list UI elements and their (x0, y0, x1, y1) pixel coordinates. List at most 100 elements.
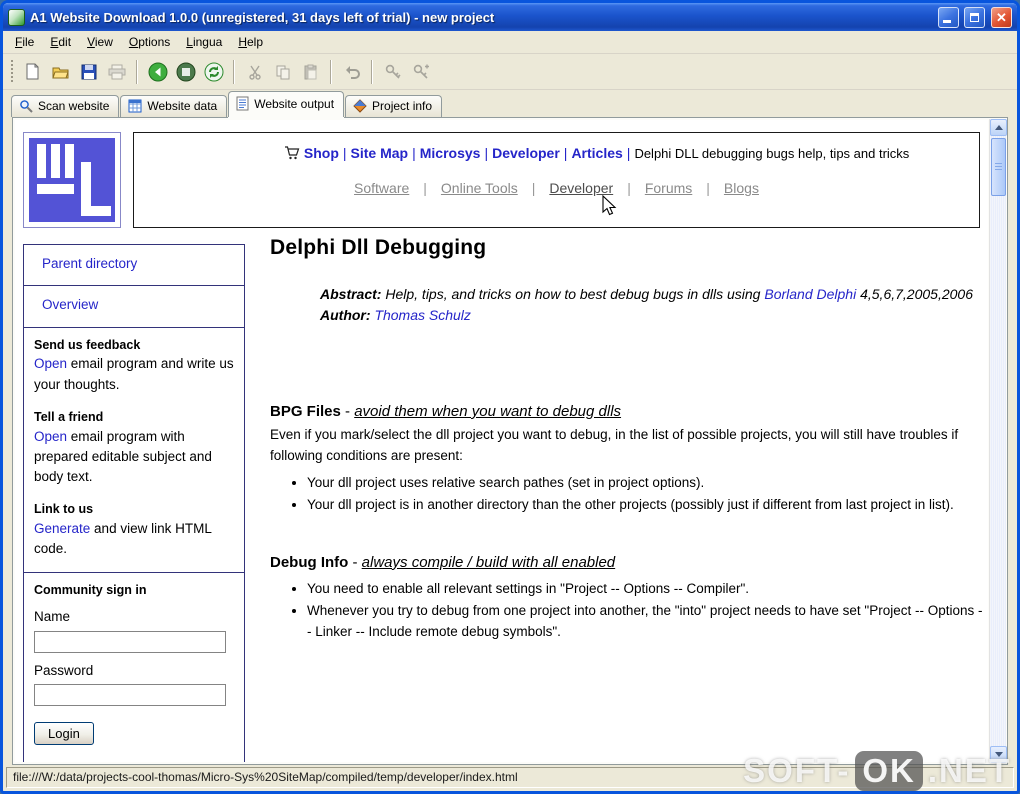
back-button[interactable] (144, 58, 171, 85)
author-block: Author: Thomas Schulz (320, 307, 984, 323)
nav-link-developer-2[interactable]: Developer (535, 180, 627, 196)
page-sidebar: Parent directory Overview Send us feedba… (23, 244, 245, 762)
nav-link-site-map[interactable]: Site Map (351, 145, 409, 161)
minimize-button[interactable] (938, 6, 959, 28)
tell-friend-open-link[interactable]: Open (34, 429, 67, 444)
cut-scissors-icon (248, 65, 261, 80)
document-icon (236, 96, 249, 111)
nav-link-software[interactable]: Software (340, 180, 423, 196)
author-link[interactable]: Thomas Schulz (374, 307, 470, 323)
paste-button[interactable] (297, 58, 324, 85)
close-button[interactable]: ✕ (991, 6, 1012, 28)
cut-button[interactable] (241, 58, 268, 85)
list-item: Your dll project uses relative search pa… (307, 473, 984, 494)
watermark: SOFT- OK .NET (743, 751, 1011, 791)
password-input[interactable] (34, 683, 226, 706)
nav-link-online-tools[interactable]: Online Tools (427, 180, 532, 196)
borland-delphi-link[interactable]: Borland Delphi (764, 286, 856, 302)
bpg-section-title: BPG Files (270, 403, 341, 420)
vertical-scrollbar[interactable] (989, 119, 1007, 763)
back-icon (148, 62, 167, 81)
site-logo[interactable] (23, 132, 121, 228)
list-item: Your dll project is in another directory… (307, 495, 984, 516)
feedback-title: Send us feedback (34, 337, 141, 352)
scrollbar-thumb[interactable] (991, 138, 1006, 196)
print-button[interactable] (103, 58, 130, 85)
password-label: Password (34, 662, 94, 678)
watermark-prefix: SOFT- (743, 752, 851, 789)
print-icon (108, 64, 125, 79)
scroll-up-button[interactable] (990, 119, 1007, 136)
bpg-bullet-list: Your dll project uses relative search pa… (270, 473, 984, 516)
nav-link-shop[interactable]: Shop (304, 145, 339, 161)
refresh-icon (204, 62, 223, 81)
login-button[interactable]: Login (34, 721, 94, 745)
nav-primary-row: Shop | Site Map | Microsys | Developer | Article… (134, 133, 979, 164)
project-info-icon (353, 98, 367, 113)
maximize-icon (970, 12, 979, 22)
watermark-badge: OK (855, 751, 923, 791)
nav-link-articles[interactable]: Articles (571, 145, 622, 161)
find-next-button[interactable] (407, 58, 434, 85)
menubar: File Edit View Options Lingua Help (3, 31, 1017, 54)
feedback-open-link[interactable]: Open (34, 356, 67, 371)
data-grid-icon (128, 99, 142, 112)
window-title: A1 Website Download 1.0.0 (unregistered,… (30, 9, 495, 25)
generate-link[interactable]: Generate (34, 521, 90, 536)
link-to-us-group: Link to us Generate and view link HTML c… (34, 500, 236, 559)
new-document-icon (26, 63, 39, 80)
copy-button[interactable] (269, 58, 296, 85)
open-folder-icon (51, 67, 69, 78)
tab-website-output[interactable]: Website output (228, 91, 345, 117)
nav-separator: | (626, 145, 631, 161)
toolbar (3, 54, 1017, 90)
stop-button[interactable] (172, 58, 199, 85)
find-next-key-icon (413, 64, 429, 79)
find-button[interactable] (379, 58, 406, 85)
abstract-text: Help, tips, and tricks on how to best de… (381, 286, 765, 302)
link-to-us-title: Link to us (34, 502, 94, 517)
page-title: Delphi Dll Debugging (270, 236, 487, 259)
save-button[interactable] (75, 58, 102, 85)
debug-section-title: Debug Info (270, 553, 349, 571)
menu-help[interactable]: Help (230, 32, 271, 52)
overview-link[interactable]: Overview (34, 294, 98, 316)
parent-directory-link[interactable]: Parent directory (34, 253, 137, 275)
menu-edit[interactable]: Edit (42, 32, 79, 52)
bpg-section-subtitle: avoid them when you want to debug dlls (354, 403, 622, 420)
tab-project-info[interactable]: Project info (345, 95, 443, 117)
sidebar-parent-directory: Parent directory (23, 244, 245, 287)
toolbar-separator (371, 59, 373, 84)
nav-link-forums[interactable]: Forums (631, 180, 706, 196)
nav-link-microsys[interactable]: Microsys (420, 145, 481, 161)
debug-bullet-list: You need to enable all relevant settings… (270, 579, 984, 643)
nav-link-developer[interactable]: Developer (492, 145, 560, 161)
copy-icon (276, 65, 289, 79)
app-window: A1 Website Download 1.0.0 (unregistered,… (0, 0, 1020, 794)
nav-link-blogs[interactable]: Blogs (710, 180, 773, 196)
menu-lingua[interactable]: Lingua (178, 32, 230, 52)
open-button[interactable] (47, 58, 74, 85)
toolbar-separator (330, 59, 332, 84)
list-item: You need to enable all relevant settings… (307, 579, 984, 600)
article: Delphi Dll Debugging Abstract: Help, tip… (253, 236, 984, 643)
nav-separator: | (563, 145, 568, 161)
menu-view[interactable]: View (79, 32, 121, 52)
nav-separator: | (412, 145, 416, 161)
titlebar[interactable]: A1 Website Download 1.0.0 (unregistered,… (3, 3, 1017, 31)
feedback-group: Send us feedback Open email program and … (34, 336, 236, 395)
refresh-button[interactable] (200, 58, 227, 85)
new-document-button[interactable] (19, 58, 46, 85)
webview: Shop | Site Map | Microsys | Developer | Article… (15, 120, 988, 762)
undo-button[interactable] (338, 58, 365, 85)
paste-clipboard-icon (304, 64, 316, 79)
toolbar-grip[interactable] (10, 59, 15, 84)
menu-options[interactable]: Options (121, 32, 178, 52)
menu-file[interactable]: File (7, 32, 42, 52)
name-input[interactable] (34, 630, 226, 653)
maximize-button[interactable] (964, 6, 985, 28)
tab-scan-website[interactable]: Scan website (11, 95, 120, 117)
author-label: Author: (320, 307, 371, 323)
tab-website-data[interactable]: Website data (120, 95, 228, 117)
tab-label: Project info (372, 98, 433, 113)
